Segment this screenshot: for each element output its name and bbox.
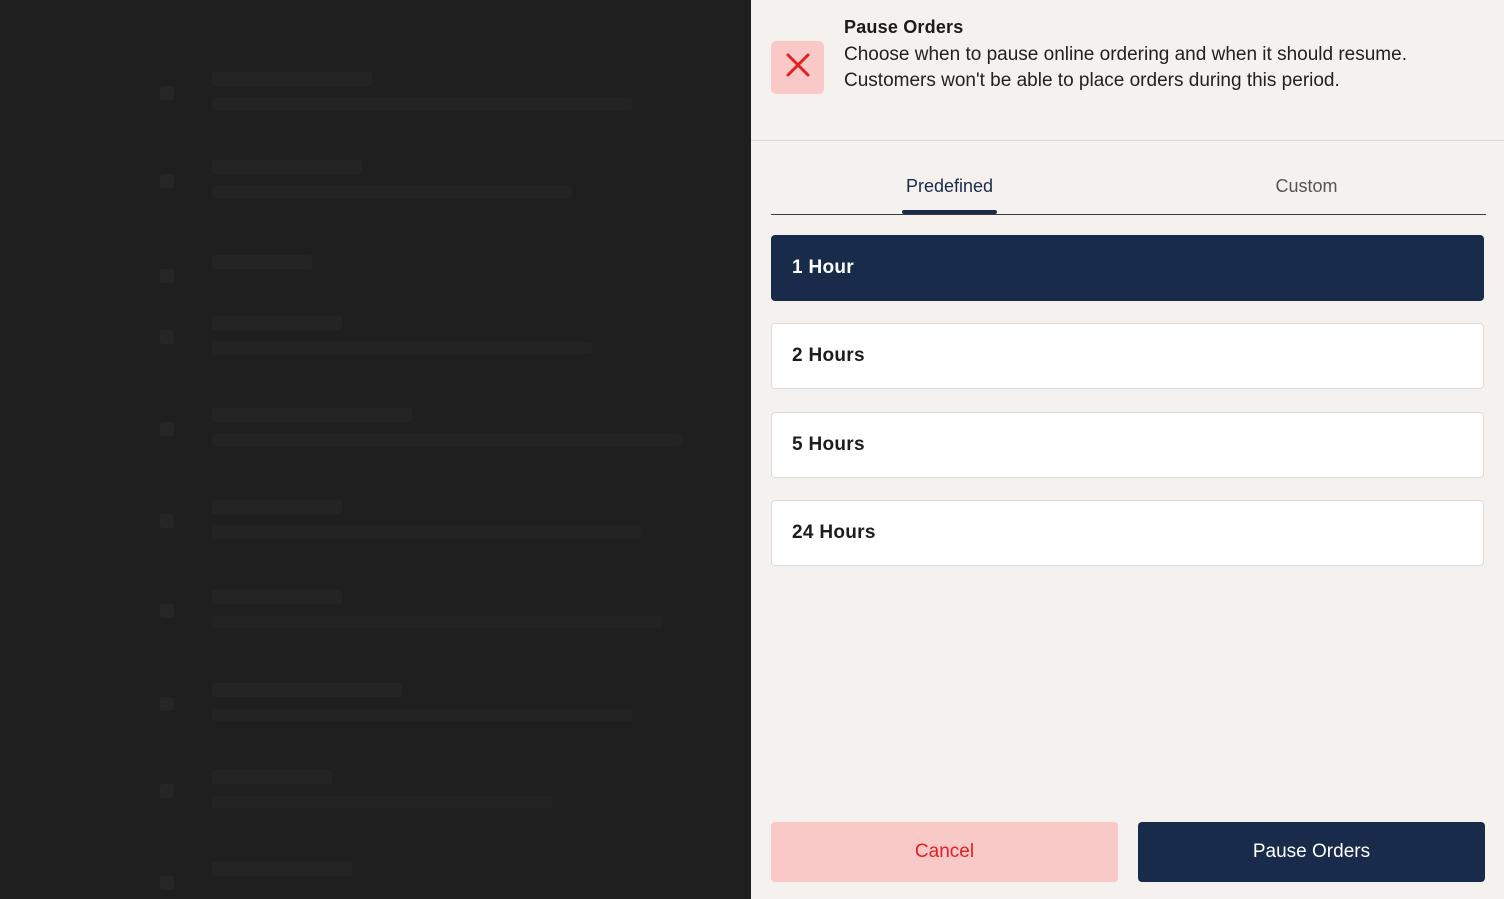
dialog-description: Choose when to pause online ordering and… [844,44,1407,91]
cancel-button[interactable]: Cancel [771,822,1118,882]
pause-orders-button[interactable]: Pause Orders [1138,822,1485,882]
duration-option-1-hour[interactable]: 1 Hour [771,235,1484,301]
dimmed-background-overlay[interactable] [0,0,751,899]
panel-header: Pause Orders Choose when to pause online… [751,0,1504,141]
duration-option-5-hours[interactable]: 5 Hours [771,412,1484,478]
tab-bar: Predefined Custom [771,162,1486,215]
pause-orders-panel: Pause Orders Choose when to pause online… [751,0,1504,899]
close-icon [785,52,811,83]
dialog-title: Pause Orders [844,17,964,37]
close-button[interactable] [771,41,824,94]
active-tab-indicator [902,210,997,214]
tab-predefined[interactable]: Predefined [771,162,1128,212]
duration-option-24-hours[interactable]: 24 Hours [771,500,1484,566]
tab-custom[interactable]: Custom [1128,162,1485,212]
duration-option-2-hours[interactable]: 2 Hours [771,323,1484,389]
